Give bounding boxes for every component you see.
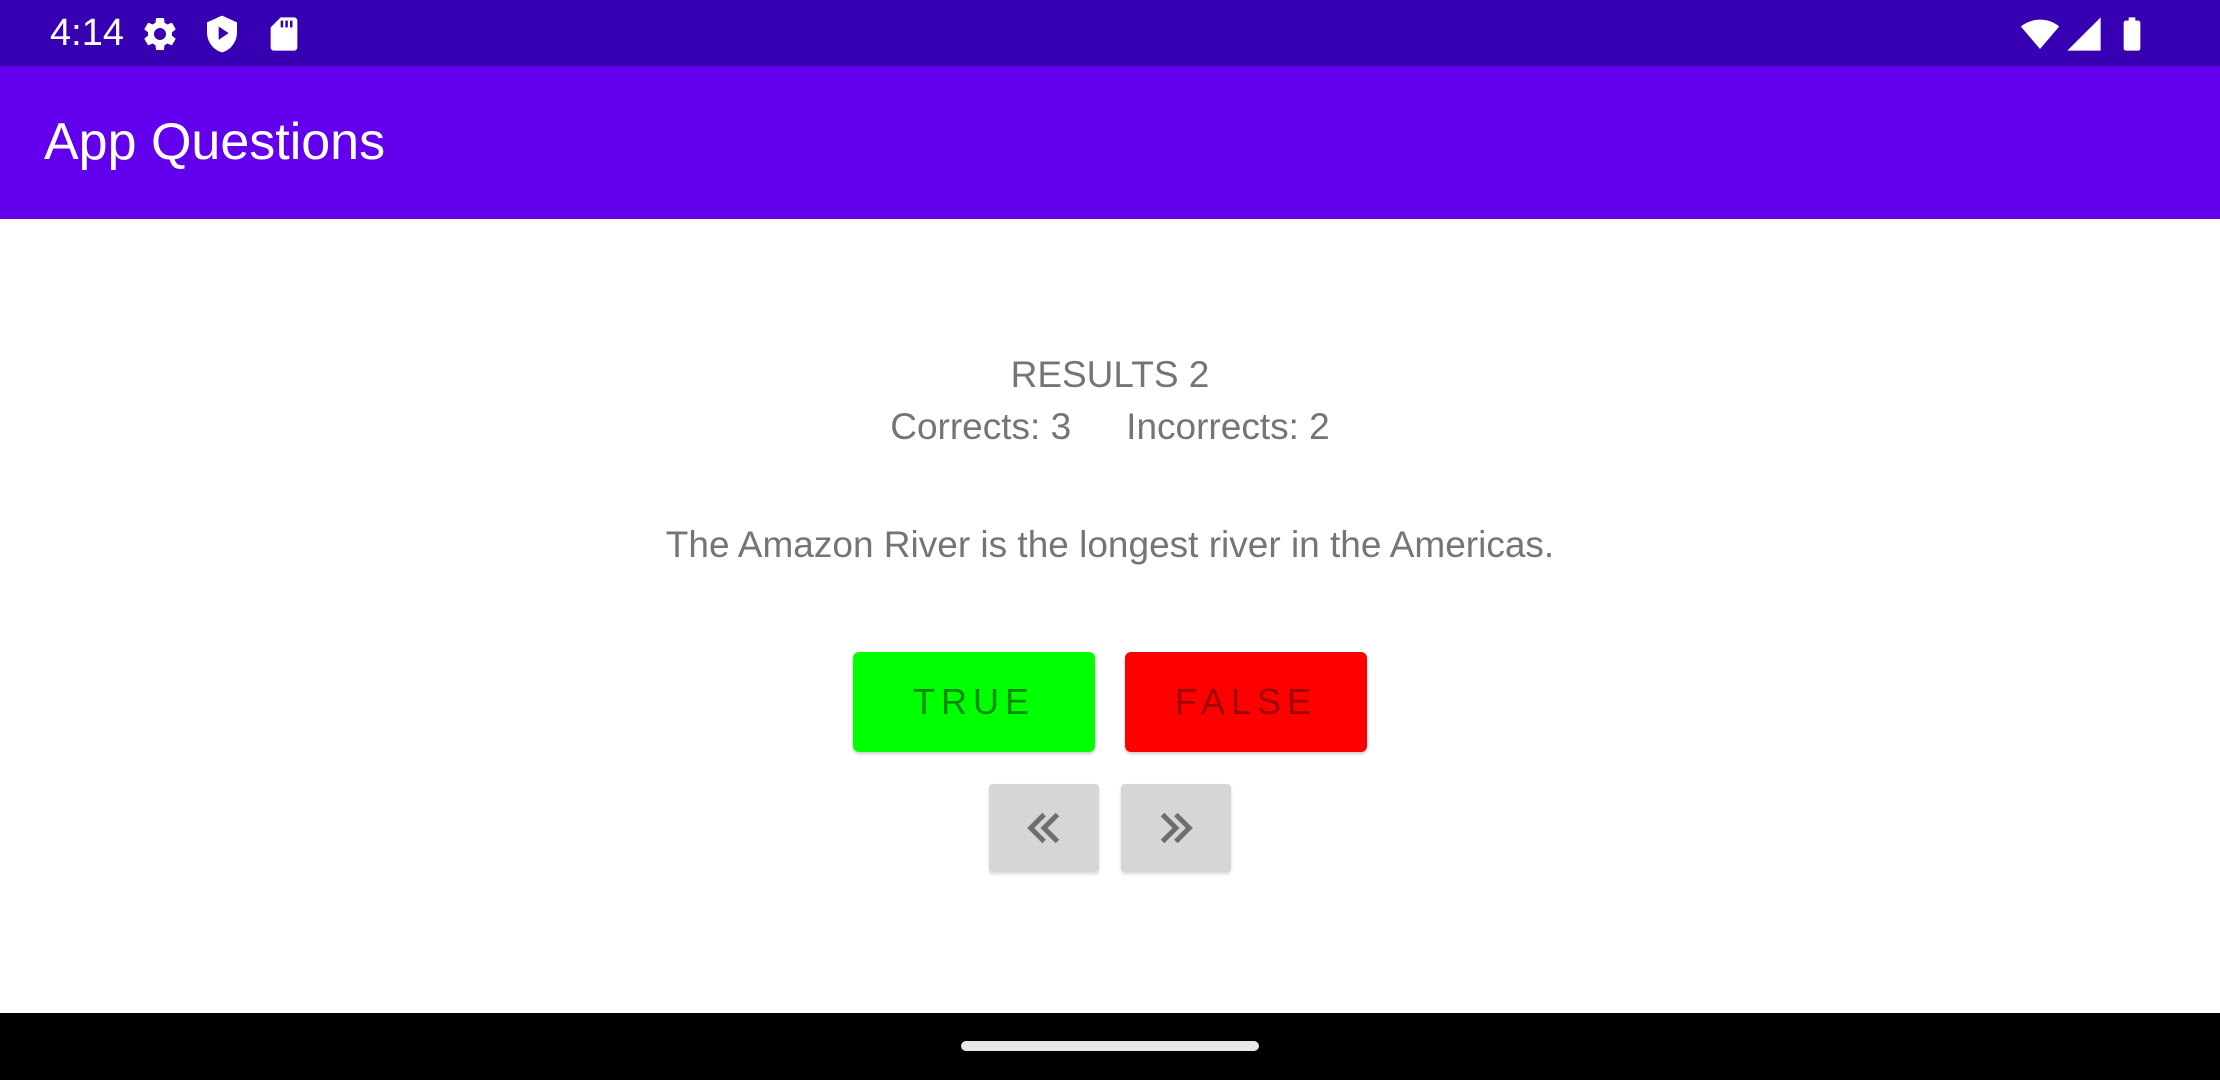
previous-question-button[interactable] (989, 784, 1099, 872)
app-title: App Questions (44, 113, 386, 171)
results-title: RESULTS 2 (1010, 354, 1210, 395)
system-navigation-bar (0, 1013, 2220, 1080)
score-counts: Corrects: 3 Incorrects: 2 (0, 404, 2220, 450)
status-bar: 4:14 (0, 0, 2220, 66)
sd-card-icon (270, 17, 298, 51)
incorrects-count: Incorrects: 2 (1126, 406, 1330, 447)
corrects-count: Corrects: 3 (890, 406, 1072, 447)
true-button[interactable]: TRUE (853, 652, 1095, 752)
quiz-content: RESULTS 2 Corrects: 3 Incorrects: 2 The A… (0, 219, 2220, 1013)
double-chevron-left-icon (1027, 812, 1060, 844)
home-gesture-handle[interactable] (961, 1041, 1259, 1051)
status-time: 4:14 (50, 12, 124, 54)
next-question-button[interactable] (1121, 784, 1231, 872)
battery-icon (2123, 17, 2141, 51)
question-text: The Amazon River is the longest river in… (665, 524, 1555, 565)
gear-icon (144, 17, 176, 50)
false-button[interactable]: FALSE (1125, 652, 1367, 752)
shield-play-icon (207, 15, 237, 53)
wifi-icon (2020, 19, 2060, 49)
double-chevron-right-icon (1160, 812, 1193, 844)
app-bar: App Questions (0, 66, 2220, 219)
cell-signal-icon (2067, 17, 2101, 51)
